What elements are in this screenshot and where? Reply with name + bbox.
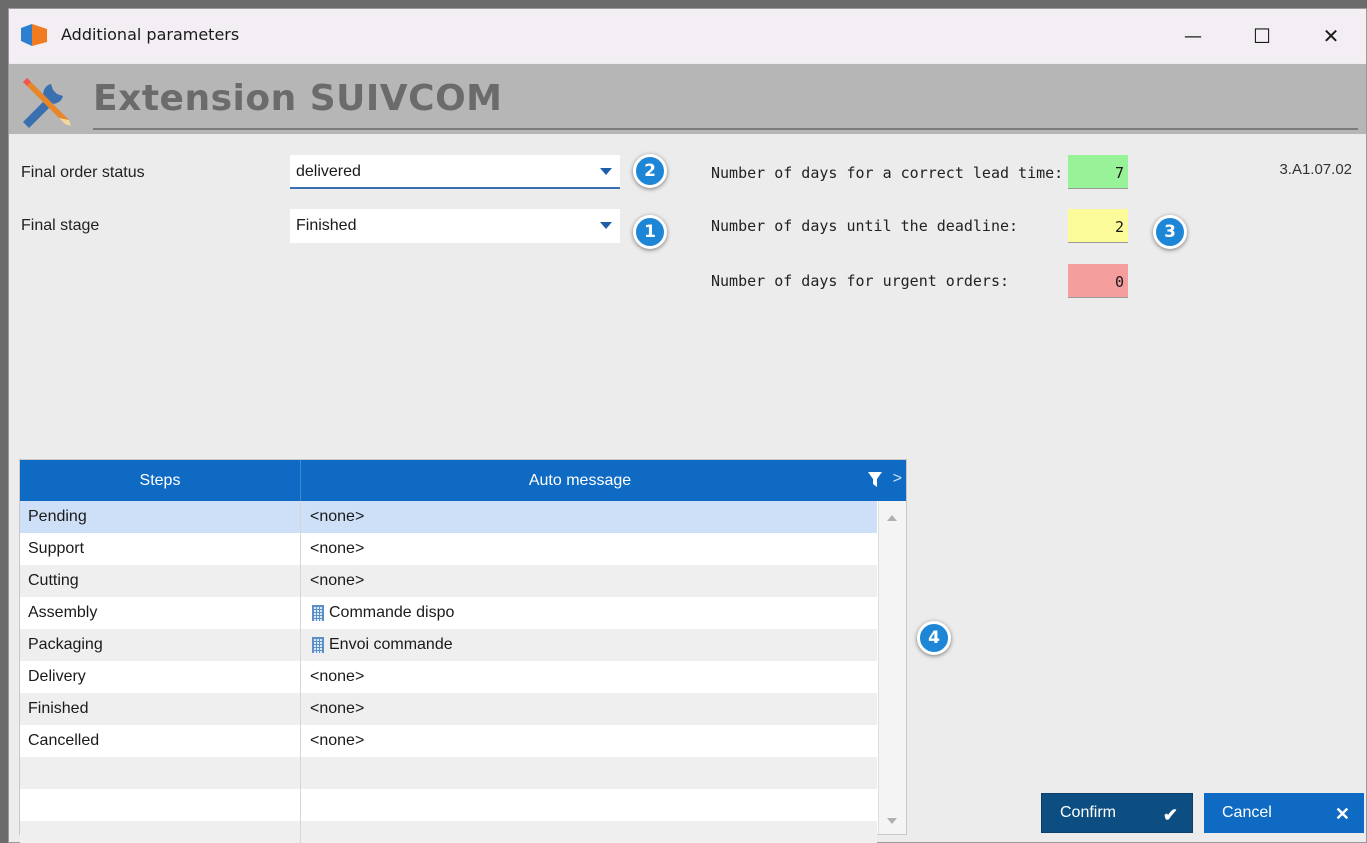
callout-badge-1: 1 xyxy=(633,215,667,249)
grid-header: Steps Auto message > xyxy=(20,460,906,501)
final-order-status-label: Final order status xyxy=(21,164,145,181)
maximize-button[interactable]: ☐ xyxy=(1227,9,1297,63)
auto-message-cell[interactable]: Commande dispo xyxy=(310,604,454,622)
step-cell: Assembly xyxy=(28,604,98,621)
confirm-button[interactable]: Confirm ✔ xyxy=(1041,793,1193,833)
step-cell: Cutting xyxy=(28,572,79,589)
table-row[interactable]: Delivery <none> xyxy=(20,661,877,693)
cancel-button-label: Cancel xyxy=(1222,804,1272,821)
auto-message-text: <none> xyxy=(310,668,365,685)
filter-icon[interactable] xyxy=(868,472,882,488)
scroll-up-icon[interactable] xyxy=(887,515,897,521)
column-separator xyxy=(300,533,301,565)
table-row[interactable]: Support <none> xyxy=(20,533,877,565)
auto-message-cell[interactable]: <none> xyxy=(310,540,364,558)
step-cell: Support xyxy=(28,540,85,557)
step-cell: Delivery xyxy=(28,668,86,685)
table-row[interactable] xyxy=(20,757,877,789)
column-separator xyxy=(300,789,301,821)
dialog-window: Additional parameters — ☐ ✕ Extension SU… xyxy=(8,8,1367,843)
cancel-button[interactable]: Cancel ✕ xyxy=(1204,793,1364,833)
column-separator xyxy=(300,821,301,843)
urgent-label: Number of days for urgent orders: xyxy=(711,272,1010,290)
auto-message-text: <none> xyxy=(310,508,365,525)
auto-message-cell[interactable]: <none> xyxy=(310,668,364,686)
auto-message-text: <none> xyxy=(310,732,365,749)
close-icon: ✕ xyxy=(1322,24,1340,48)
table-row[interactable]: Pending <none> xyxy=(20,501,877,533)
building-icon xyxy=(312,637,324,653)
callout-badge-2: 2 xyxy=(633,154,667,188)
auto-message-text: <none> xyxy=(310,540,365,557)
final-order-status-value: delivered xyxy=(296,163,361,180)
table-row[interactable]: Assembly Commande dispo xyxy=(20,597,877,629)
auto-message-text: Envoi commande xyxy=(329,636,453,653)
table-row[interactable]: Finished <none> xyxy=(20,693,877,725)
grid-rows: Pending <none> Support <none> Cutting <none> A… xyxy=(20,501,877,843)
table-row[interactable] xyxy=(20,789,877,821)
column-separator xyxy=(300,501,301,533)
auto-message-cell[interactable]: <none> xyxy=(310,508,364,526)
table-row[interactable]: Cancelled <none> xyxy=(20,725,877,757)
building-icon xyxy=(312,605,324,621)
tools-icon xyxy=(23,78,71,128)
steps-grid: Steps Auto message > Pending <none> Suppor… xyxy=(19,459,907,843)
auto-message-cell[interactable]: Envoi commande xyxy=(310,636,453,654)
column-separator xyxy=(300,725,301,757)
close-icon: ✕ xyxy=(1334,804,1350,824)
urgent-input[interactable]: 0 xyxy=(1068,264,1128,298)
more-columns-icon[interactable]: > xyxy=(893,470,902,488)
app-logo-icon xyxy=(21,24,47,46)
auto-message-text: <none> xyxy=(310,572,365,589)
column-header-steps[interactable]: Steps xyxy=(20,472,300,490)
lead-time-input[interactable]: 7 xyxy=(1068,155,1128,189)
header-banner: Extension SUIVCOM xyxy=(9,64,1366,134)
step-cell: Finished xyxy=(28,700,89,717)
auto-message-text: Commande dispo xyxy=(329,604,455,621)
deadline-label: Number of days until the deadline: xyxy=(711,217,1019,235)
column-header-auto-message[interactable]: Auto message xyxy=(300,472,860,490)
title-bar: Additional parameters — ☐ ✕ xyxy=(9,9,1366,63)
auto-message-cell[interactable]: <none> xyxy=(310,572,364,590)
final-stage-label: Final stage xyxy=(21,217,100,234)
column-separator xyxy=(300,661,301,693)
chevron-down-icon xyxy=(600,222,612,229)
auto-message-cell[interactable]: <none> xyxy=(310,732,364,750)
chevron-down-icon xyxy=(600,168,612,175)
final-stage-select[interactable]: Finished xyxy=(290,209,620,243)
banner-title: Extension SUIVCOM xyxy=(93,78,503,119)
final-order-status-select[interactable]: delivered xyxy=(290,155,620,189)
column-separator xyxy=(300,757,301,789)
callout-badge-4: 4 xyxy=(917,621,951,655)
step-cell: Pending xyxy=(28,508,87,525)
column-separator xyxy=(300,693,301,725)
table-row[interactable] xyxy=(20,821,877,843)
table-row[interactable]: Packaging Envoi commande xyxy=(20,629,877,661)
callout-badge-3: 3 xyxy=(1153,215,1187,249)
banner-divider xyxy=(93,128,1358,130)
checkmark-icon: ✔ xyxy=(1162,805,1178,825)
version-label: 3.A1.07.02 xyxy=(1279,161,1352,178)
scroll-down-icon[interactable] xyxy=(887,818,897,824)
confirm-button-label: Confirm xyxy=(1060,804,1117,821)
table-row[interactable]: Cutting <none> xyxy=(20,565,877,597)
step-cell: Packaging xyxy=(28,636,103,653)
window-title: Additional parameters xyxy=(61,25,240,44)
step-cell: Cancelled xyxy=(28,732,100,749)
vertical-scrollbar[interactable] xyxy=(878,501,906,834)
lead-time-label: Number of days for a correct lead time: xyxy=(711,164,1064,182)
auto-message-text: <none> xyxy=(310,700,365,717)
auto-message-cell[interactable]: <none> xyxy=(310,700,364,718)
minimize-icon: — xyxy=(1184,25,1202,47)
maximize-icon: ☐ xyxy=(1253,24,1271,48)
deadline-input[interactable]: 2 xyxy=(1068,209,1128,243)
minimize-button[interactable]: — xyxy=(1158,9,1228,63)
column-separator xyxy=(300,597,301,629)
column-separator xyxy=(300,565,301,597)
close-button[interactable]: ✕ xyxy=(1296,9,1366,63)
column-separator xyxy=(300,629,301,661)
final-stage-value: Finished xyxy=(296,217,357,234)
